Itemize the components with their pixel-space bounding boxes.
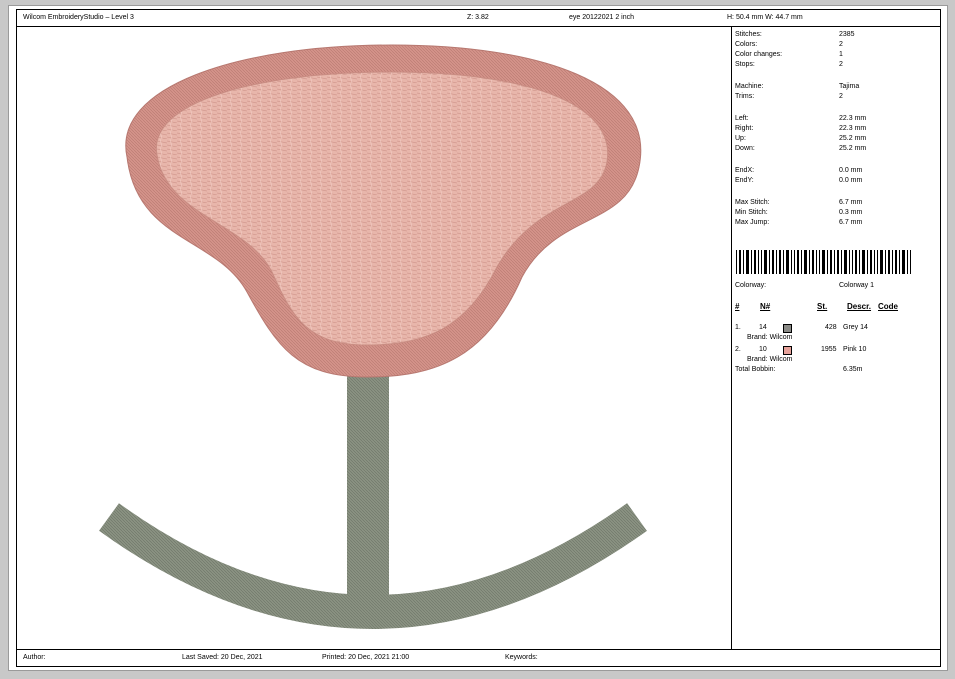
stat-row: Trims: 2	[735, 93, 843, 100]
stitch-info-panel: Stitches: 2385 Colors: 2 Color changes: 1 S…	[735, 30, 935, 645]
stat-row: Left: 22.3 mm	[735, 115, 867, 122]
stat-row: Stops: 2	[735, 61, 843, 68]
stat-row: Down: 25.2 mm	[735, 145, 867, 152]
colorway-label: Colorway:	[735, 282, 767, 289]
color-row: 1. 14 428 Grey 14	[735, 324, 868, 333]
stat-row: Min Stitch: 0.3 mm	[735, 209, 863, 216]
author-field: Author:	[23, 654, 46, 661]
panel-divider	[731, 27, 732, 649]
keywords-field: Keywords:	[505, 654, 538, 661]
thread-swatch	[783, 324, 792, 333]
stem-shape	[347, 372, 389, 607]
thread-brand: Brand: Wilcom	[747, 356, 793, 363]
embroidery-design	[99, 44, 647, 629]
stat-row: Right: 22.3 mm	[735, 125, 867, 132]
colorway-value: Colorway 1	[839, 282, 875, 289]
stat-row: Max Stitch: 6.7 mm	[735, 199, 863, 206]
thread-brand: Brand: Wilcom	[747, 334, 793, 341]
last-saved-field: Last Saved: 20 Dec, 2021	[182, 654, 263, 661]
stat-row: Up: 25.2 mm	[735, 135, 867, 142]
color-table-header: # N# St. Descr. Code	[735, 302, 898, 311]
stat-row: Stitches: 2385	[735, 31, 855, 38]
barcode	[736, 250, 911, 274]
thread-swatch	[783, 346, 792, 355]
stat-row: EndY: 0.0 mm	[735, 177, 863, 184]
footer-row: Author: Last Saved: 20 Dec, 2021 Printed…	[17, 649, 940, 666]
printed-field: Printed: 20 Dec, 2021 21:00	[322, 654, 410, 661]
colorway-row: Colorway: Colorway 1	[735, 281, 935, 291]
embroidery-design-view	[17, 27, 732, 649]
color-row: 2. 10 1955 Pink 10	[735, 346, 867, 355]
design-filename: eye 20122021 2 inch	[569, 14, 634, 21]
print-frame: Wilcom EmbroideryStudio – Level 3 Z: 3.8…	[16, 9, 941, 667]
app-title: Wilcom EmbroideryStudio – Level 3	[23, 14, 134, 21]
stat-row: Colors: 2	[735, 41, 843, 48]
design-dimensions: H: 50.4 mm W: 44.7 mm	[727, 14, 803, 21]
total-bobbin-row: Total Bobbin: 6.35m	[735, 366, 863, 373]
print-preview-sheet: Wilcom EmbroideryStudio – Level 3 Z: 3.8…	[8, 5, 948, 671]
stat-row: Machine: Tajima	[735, 83, 860, 90]
header-row: Wilcom EmbroideryStudio – Level 3 Z: 3.8…	[17, 10, 940, 27]
stat-row: EndX: 0.0 mm	[735, 167, 863, 174]
flower-fill-shape	[155, 71, 609, 346]
stat-row: Color changes: 1	[735, 51, 843, 58]
zoom-readout: Z: 3.82	[467, 14, 489, 21]
stat-row: Max Jump: 6.7 mm	[735, 219, 863, 226]
